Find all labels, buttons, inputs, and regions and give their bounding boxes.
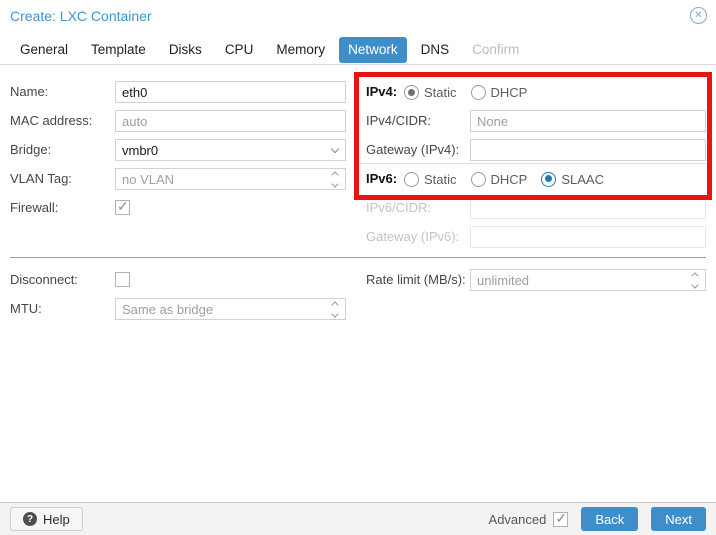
tab-network[interactable]: Network	[339, 37, 407, 63]
gateway4-label: Gateway (IPv4):	[366, 142, 460, 157]
help-button-label: Help	[43, 511, 70, 527]
firewall-label: Firewall:	[10, 200, 59, 215]
help-button[interactable]: ? Help	[10, 507, 83, 531]
network-form: Name: MAC address: Bridge: VLAN Tag: Fir…	[0, 65, 716, 502]
vlan-input[interactable]	[115, 168, 346, 190]
gateway6-input	[470, 226, 706, 248]
tab-cpu[interactable]: CPU	[216, 37, 263, 63]
tab-dns[interactable]: DNS	[412, 37, 459, 63]
ipv4-dhcp-radio[interactable]: DHCP	[470, 84, 527, 100]
radio-unselected-icon	[404, 171, 419, 187]
name-input[interactable]	[115, 81, 346, 103]
ipv6-cidr-input	[470, 197, 706, 219]
ipv4-cidr-label: IPv4/CIDR:	[366, 113, 432, 128]
ipv4-mode-radiogroup: Static DHCP	[404, 81, 534, 103]
dialog-title: Create: LXC Container	[10, 8, 152, 24]
vlan-spinner-buttons[interactable]	[325, 169, 345, 189]
tab-template[interactable]: Template	[82, 37, 155, 63]
advanced-section-divider	[10, 257, 706, 258]
chevron-down-icon	[330, 144, 340, 153]
radio-unselected-icon	[470, 171, 486, 187]
ipv6-mode-radiogroup: Static DHCP SLAAC	[404, 168, 611, 190]
mtu-spinner[interactable]	[115, 298, 346, 320]
vlan-spinner[interactable]	[115, 168, 346, 190]
mtu-label: MTU:	[10, 301, 42, 316]
bridge-dropdown-trigger[interactable]	[325, 140, 345, 160]
advanced-label: Advanced	[488, 511, 547, 527]
ipv4-cidr-input[interactable]	[470, 110, 706, 132]
mtu-spinner-buttons[interactable]	[325, 299, 345, 319]
ipv6-mode-label: IPv6:	[366, 171, 398, 186]
rate-limit-label: Rate limit (MB/s):	[366, 272, 466, 287]
back-button[interactable]: Back	[581, 507, 639, 531]
next-button[interactable]: Next	[651, 507, 706, 531]
tab-disks[interactable]: Disks	[160, 37, 211, 63]
disconnect-checkbox[interactable]	[115, 272, 130, 287]
create-lxc-dialog: Create: LXC Container ✕ General Template…	[0, 0, 716, 535]
spinner-down-icon	[691, 280, 699, 289]
name-label: Name:	[10, 84, 49, 99]
tab-confirm: Confirm	[472, 42, 520, 57]
close-icon[interactable]: ✕	[690, 7, 707, 24]
mac-label: MAC address:	[10, 113, 93, 128]
spinner-up-icon	[691, 271, 699, 280]
disconnect-label: Disconnect:	[10, 272, 78, 287]
bridge-combo[interactable]	[115, 139, 346, 161]
help-icon: ?	[23, 512, 37, 526]
rate-limit-spinner-buttons[interactable]	[685, 270, 705, 290]
ipv6-slaac-radio[interactable]: SLAAC	[541, 171, 604, 187]
ipv6-cidr-label: IPv6/CIDR:	[366, 200, 432, 215]
ipv6-static-radio[interactable]: Static	[404, 171, 457, 187]
mtu-input[interactable]	[115, 298, 346, 320]
tab-bar: General Template Disks CPU Memory Networ…	[0, 37, 716, 65]
ipv6-section-divider	[360, 163, 706, 164]
spinner-up-icon	[331, 300, 339, 309]
spinner-down-icon	[331, 179, 339, 188]
spinner-up-icon	[331, 170, 339, 179]
tab-general[interactable]: General	[11, 37, 77, 63]
vlan-label: VLAN Tag:	[10, 171, 72, 186]
radio-unselected-icon	[470, 84, 486, 100]
spinner-down-icon	[331, 309, 339, 318]
ipv4-static-radio[interactable]: Static	[404, 84, 457, 100]
ipv4-mode-label: IPv4:	[366, 84, 398, 99]
radio-selected-icon	[541, 171, 557, 187]
rate-limit-input[interactable]	[470, 269, 706, 291]
advanced-checkbox[interactable]	[553, 510, 569, 527]
tab-memory[interactable]: Memory	[267, 37, 334, 63]
bridge-input[interactable]	[115, 139, 346, 161]
gateway6-label: Gateway (IPv6):	[366, 229, 460, 244]
mac-input[interactable]	[115, 110, 346, 132]
rate-limit-spinner[interactable]	[470, 269, 706, 291]
radio-selected-icon	[404, 84, 419, 100]
firewall-checkbox[interactable]	[115, 198, 130, 215]
bridge-label: Bridge:	[10, 142, 52, 157]
dialog-titlebar: Create: LXC Container ✕	[0, 0, 716, 37]
ipv6-dhcp-radio[interactable]: DHCP	[470, 171, 527, 187]
gateway4-input[interactable]	[470, 139, 706, 161]
dialog-footer: ? Help Advanced Back Next	[0, 502, 716, 535]
